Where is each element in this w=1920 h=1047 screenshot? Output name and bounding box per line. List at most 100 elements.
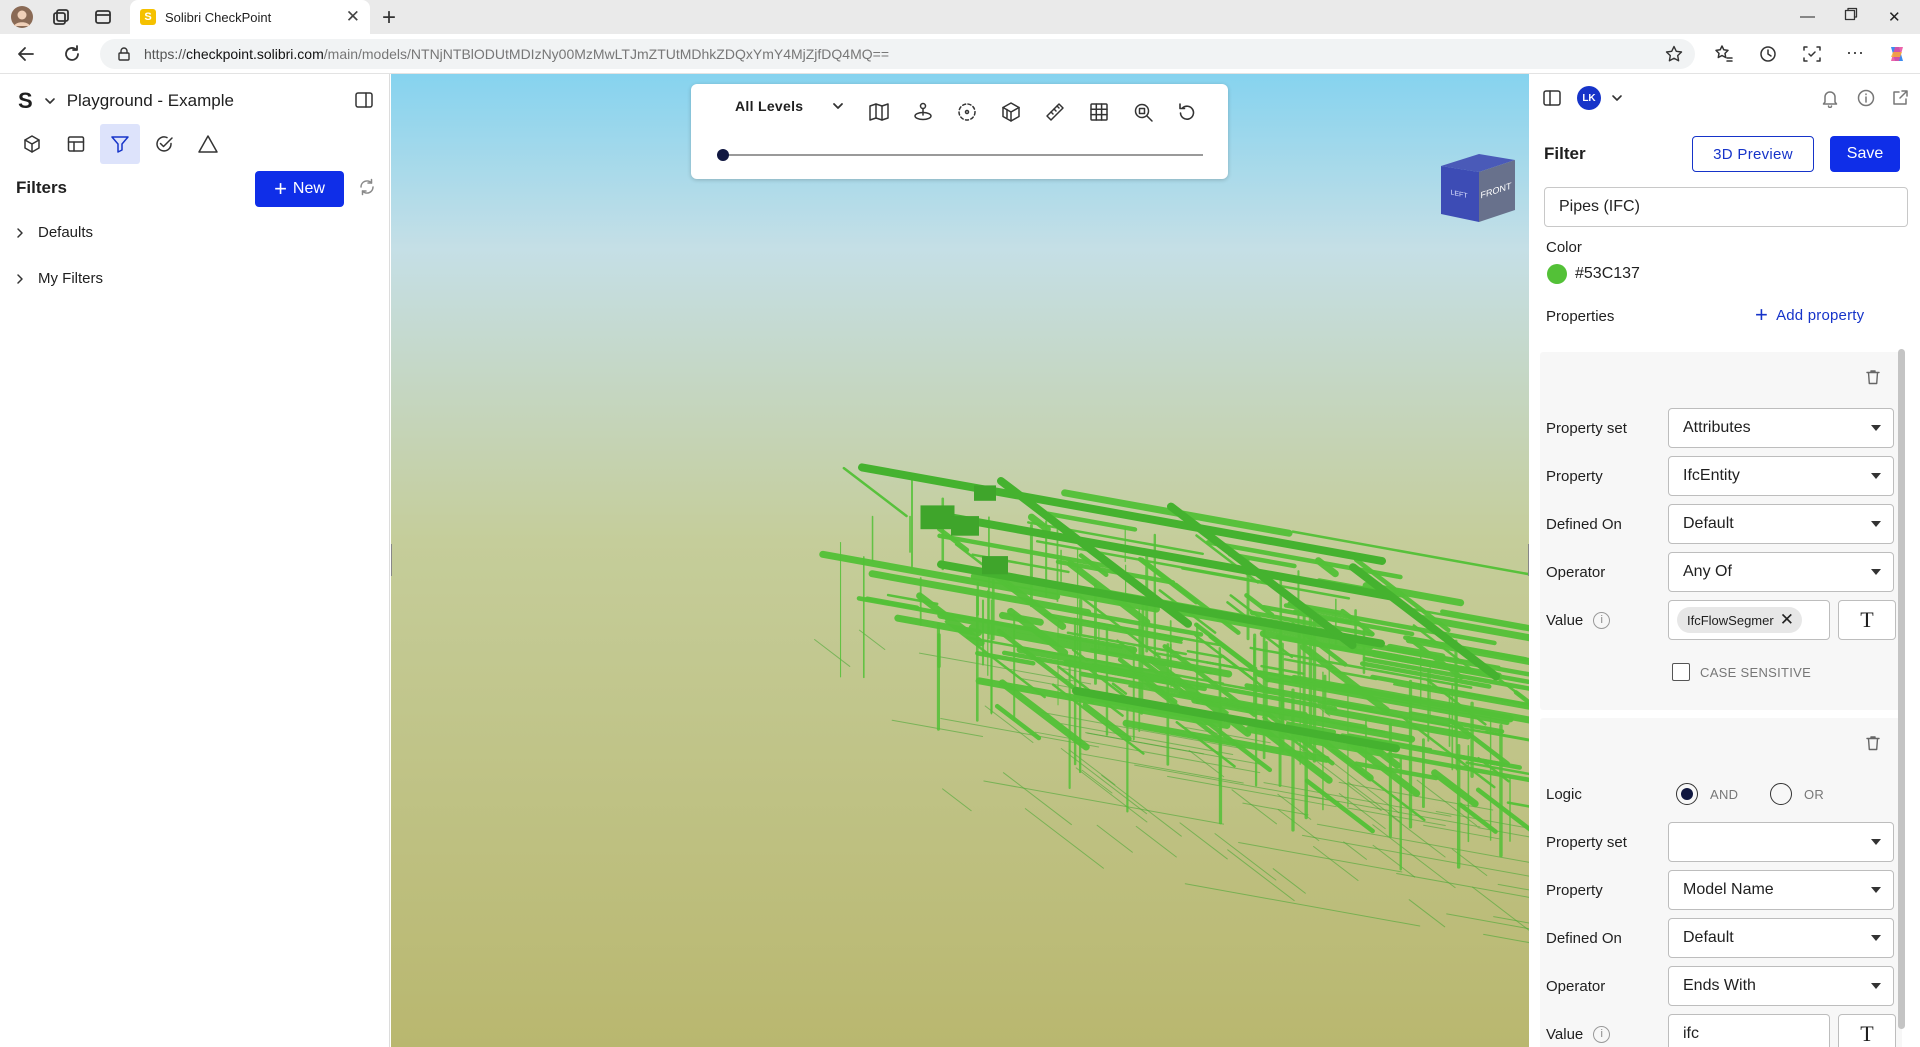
property-set-select[interactable]: Attributes — [1668, 408, 1894, 448]
user-avatar[interactable]: LK — [1577, 86, 1601, 110]
color-swatch[interactable] — [1547, 264, 1567, 284]
profile-avatar[interactable] — [10, 5, 34, 29]
delete-condition-icon[interactable] — [1864, 368, 1882, 386]
sidebar-toggle-icon[interactable] — [1542, 88, 1562, 108]
property-set-select[interactable] — [1668, 822, 1894, 862]
value-input[interactable]: ifc — [1668, 1014, 1830, 1047]
pipe-segment — [994, 703, 1042, 741]
level-slider[interactable] — [717, 149, 1203, 161]
project-selector[interactable]: S Playground - Example — [18, 88, 234, 114]
tab-filters[interactable] — [100, 124, 140, 164]
logic-or-radio[interactable] — [1770, 783, 1792, 805]
navigate-icon[interactable] — [907, 96, 938, 127]
delete-condition-icon[interactable] — [1864, 734, 1882, 752]
new-filter-button[interactable]: + New — [255, 171, 344, 207]
new-tab-button[interactable]: + — [382, 4, 396, 32]
property-select[interactable]: IfcEntity — [1668, 456, 1894, 496]
browser-tab[interactable]: S Solibri CheckPoint ✕ — [130, 0, 370, 34]
bell-icon[interactable] — [1820, 88, 1840, 108]
levels-select[interactable]: All Levels — [735, 98, 845, 114]
solibri-favicon-icon: S — [140, 9, 156, 25]
text-mode-button[interactable]: T — [1838, 1014, 1896, 1047]
measure-icon[interactable] — [1039, 96, 1070, 127]
logic-and-option[interactable]: AND — [1676, 783, 1738, 805]
caret-down-icon — [1871, 425, 1881, 431]
filter-name-input[interactable] — [1544, 187, 1908, 227]
pipe-segment — [1477, 827, 1529, 838]
3d-viewport[interactable]: All Levels FRONT LEFT — [391, 74, 1529, 1047]
reset-icon[interactable] — [1171, 96, 1202, 127]
zoom-fit-icon[interactable] — [1127, 96, 1158, 127]
project-name: Playground - Example — [66, 91, 234, 110]
operator-select[interactable]: Ends With — [1668, 966, 1894, 1006]
save-button[interactable]: Save — [1830, 136, 1900, 172]
value-chip-label: IfcFlowSegmer — [1687, 612, 1774, 628]
info-icon[interactable] — [1856, 88, 1876, 108]
favorites-icon[interactable] — [1714, 44, 1734, 64]
right-panel-resizer[interactable] — [1528, 544, 1529, 576]
orbit-icon[interactable] — [951, 96, 982, 127]
right-panel-header: LK — [1530, 74, 1920, 122]
close-window-icon[interactable]: ✕ — [1888, 8, 1901, 26]
chevron-down-icon[interactable] — [1610, 91, 1624, 105]
grid-icon[interactable] — [1083, 96, 1114, 127]
operator-select[interactable]: Any Of — [1668, 552, 1894, 592]
reload-icon[interactable] — [62, 44, 82, 64]
tab-models[interactable] — [12, 124, 52, 164]
open-external-icon[interactable] — [1890, 88, 1910, 108]
caret-down-icon — [1871, 935, 1881, 941]
restore-icon[interactable] — [1844, 7, 1858, 21]
info-icon[interactable]: i — [1593, 1025, 1611, 1043]
level-slider-handle[interactable] — [717, 149, 729, 161]
back-icon[interactable] — [16, 44, 36, 64]
equipment-block — [974, 485, 996, 501]
pipe-model-render[interactable] — [391, 74, 1529, 1047]
tab-actions-icon[interactable] — [94, 8, 112, 26]
text-mode-button[interactable]: T — [1838, 600, 1896, 640]
tab-title: Solibri CheckPoint — [165, 9, 272, 25]
remove-chip-icon[interactable]: ✕ — [1780, 610, 1794, 630]
defined-on-select[interactable]: Default — [1668, 918, 1894, 958]
color-picker[interactable]: #53C137 — [1547, 264, 1640, 284]
3d-preview-button[interactable]: 3D Preview — [1692, 136, 1814, 172]
screenshot-icon[interactable] — [1802, 44, 1822, 64]
property-select[interactable]: Model Name — [1668, 870, 1894, 910]
caret-down-icon — [1871, 983, 1881, 989]
tab-checks[interactable] — [144, 124, 184, 164]
logic-or-option[interactable]: OR — [1770, 783, 1824, 805]
tree-item-defaults[interactable]: Defaults — [14, 224, 93, 241]
plus-icon: + — [274, 176, 287, 201]
case-sensitive-row[interactable]: CASE SENSITIVE — [1672, 663, 1811, 681]
add-property-button[interactable]: + Add property — [1755, 304, 1864, 326]
tree-item-my-filters[interactable]: My Filters — [14, 270, 103, 287]
case-sensitive-label: CASE SENSITIVE — [1700, 664, 1812, 680]
case-sensitive-checkbox[interactable] — [1672, 663, 1690, 681]
minimize-icon[interactable]: — — [1800, 8, 1815, 25]
tab-layout[interactable] — [56, 124, 96, 164]
info-icon[interactable]: i — [1593, 611, 1611, 629]
properties-scrollbar[interactable] — [1898, 349, 1905, 1029]
left-panel: S Playground - Example Filters + New Def… — [0, 74, 390, 1047]
copilot-icon[interactable] — [1886, 43, 1908, 65]
logic-and-radio[interactable] — [1676, 783, 1698, 805]
pipe-segment — [814, 639, 851, 667]
url-field[interactable]: https://checkpoint.solibri.com/main/mode… — [100, 39, 1695, 69]
navigation-cube[interactable]: FRONT LEFT — [1439, 144, 1519, 224]
defined-on-select[interactable]: Default — [1668, 504, 1894, 544]
refresh-icon[interactable] — [358, 178, 376, 196]
value-input[interactable]: IfcFlowSegmer ✕ — [1668, 600, 1830, 640]
more-options-icon[interactable]: ··· — [1846, 42, 1864, 63]
site-info-icon[interactable] — [116, 46, 132, 62]
filter-editor-title: Filter — [1544, 144, 1586, 163]
workspaces-icon[interactable] — [52, 8, 70, 26]
left-panel-resizer[interactable] — [391, 544, 392, 576]
close-tab-icon[interactable]: ✕ — [346, 7, 360, 27]
favorite-star-icon[interactable] — [1665, 45, 1683, 63]
map-icon[interactable] — [863, 96, 894, 127]
tab-issues[interactable] — [188, 124, 228, 164]
defined-on-label: Defined On — [1546, 929, 1622, 947]
history-icon[interactable] — [1758, 44, 1778, 64]
section-box-icon[interactable] — [995, 96, 1026, 127]
property-value: Model Name — [1683, 881, 1774, 898]
collapse-panel-icon[interactable] — [354, 90, 374, 110]
